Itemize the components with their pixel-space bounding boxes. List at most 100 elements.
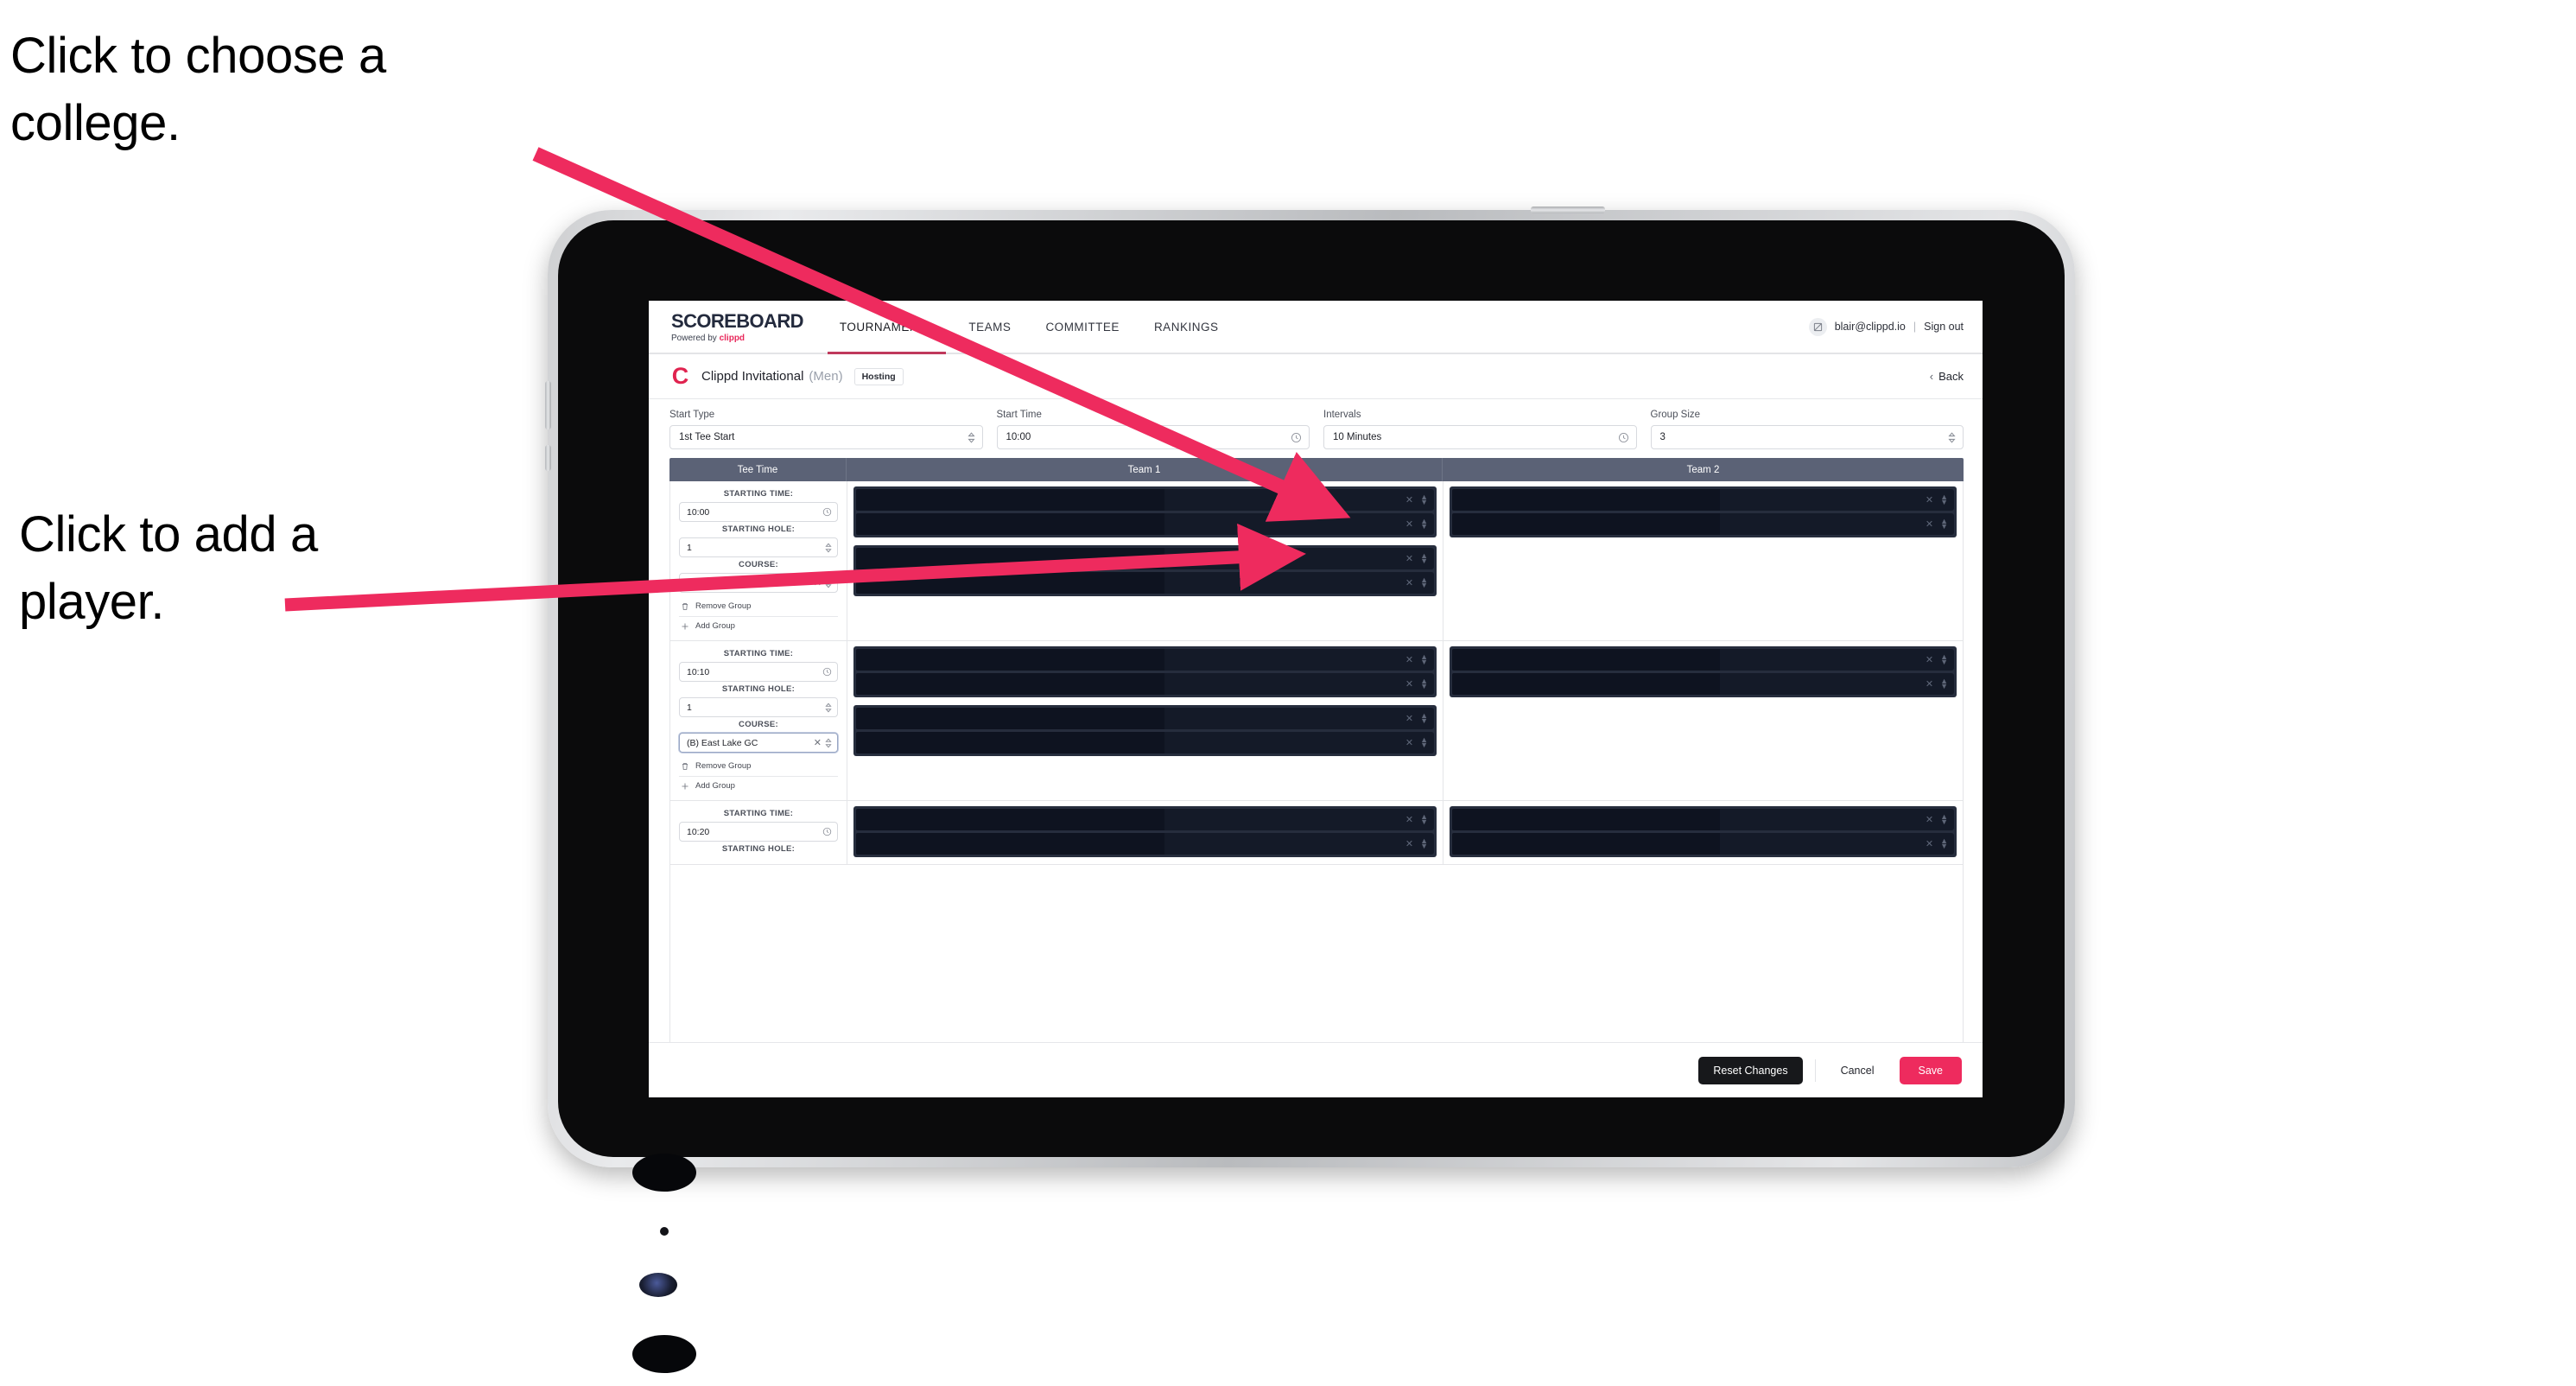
clock-icon[interactable]: [822, 827, 832, 836]
stepper-icon[interactable]: ▲ ▼: [1420, 552, 1428, 564]
remove-player-icon[interactable]: ✕: [1405, 678, 1413, 690]
player-slot[interactable]: ✕ ▲ ▼: [856, 732, 1434, 753]
user-avatar-icon[interactable]: [1808, 317, 1827, 336]
starting-time-input[interactable]: 10:00: [679, 502, 838, 522]
nav-tab-rankings[interactable]: RANKINGS: [1137, 301, 1236, 353]
clear-course-icon[interactable]: ✕: [810, 577, 825, 588]
brand-logo[interactable]: SCOREBOARD Powered by clippd: [649, 301, 822, 353]
remove-player-icon[interactable]: ✕: [1926, 678, 1933, 690]
intervals-input[interactable]: 10 Minutes: [1323, 425, 1637, 449]
remove-player-icon[interactable]: ✕: [1405, 838, 1413, 849]
remove-player-icon[interactable]: ✕: [1405, 494, 1413, 505]
tee-time-cell: STARTING TIME: 10:10 STARTING HOLE: 1 CO…: [670, 641, 847, 800]
clock-icon[interactable]: [822, 507, 832, 517]
player-slot[interactable]: ✕ ▲ ▼: [856, 809, 1434, 830]
remove-player-icon[interactable]: ✕: [1405, 713, 1413, 724]
stepper-icon[interactable]: [825, 578, 832, 588]
stepper-icon[interactable]: ▲ ▼: [1420, 518, 1428, 530]
stepper-icon[interactable]: ▲ ▼: [1420, 576, 1428, 588]
brand-tagline: Powered by clippd: [671, 334, 803, 343]
nav-tab-tournaments[interactable]: TOURNAMENTS: [822, 301, 952, 354]
remove-player-icon[interactable]: ✕: [1926, 814, 1933, 825]
add-group-button[interactable]: Add Group: [679, 776, 838, 793]
stepper-icon[interactable]: ▲ ▼: [1940, 837, 1948, 849]
tablet-device-frame: SCOREBOARD Powered by clippd TOURNAMENTS…: [545, 207, 2075, 1373]
player-name-redacted: [1452, 833, 1720, 855]
starting-hole-input[interactable]: 1: [679, 537, 838, 557]
player-slot[interactable]: ✕ ▲ ▼: [1452, 809, 1954, 830]
stepper-icon[interactable]: [825, 543, 832, 553]
stepper-icon[interactable]: ▲ ▼: [1940, 493, 1948, 505]
player-slot[interactable]: ✕ ▲ ▼: [856, 548, 1434, 569]
stepper-icon[interactable]: ▲ ▼: [1420, 653, 1428, 665]
add-group-button[interactable]: Add Group: [679, 616, 838, 633]
stepper-icon[interactable]: [825, 738, 832, 748]
remove-player-icon[interactable]: ✕: [1405, 518, 1413, 530]
tablet-sensor-dot: [660, 1227, 669, 1236]
remove-player-icon[interactable]: ✕: [1405, 553, 1413, 564]
stepper-icon[interactable]: ▲ ▼: [1420, 813, 1428, 825]
player-slot[interactable]: ✕ ▲ ▼: [1452, 513, 1954, 535]
player-slot[interactable]: ✕ ▲ ▼: [1452, 489, 1954, 511]
starting-time-input[interactable]: 10:10: [679, 662, 838, 682]
cancel-button[interactable]: Cancel: [1828, 1057, 1888, 1084]
stepper-icon[interactable]: ▲ ▼: [1940, 518, 1948, 530]
tee-time-cell: STARTING TIME: 10:20 STARTING HOLE:: [670, 801, 847, 864]
stepper-icon[interactable]: ▲ ▼: [1420, 677, 1428, 690]
clock-icon[interactable]: [1618, 432, 1629, 443]
remove-player-icon[interactable]: ✕: [1926, 838, 1933, 849]
remove-group-button[interactable]: Remove Group: [679, 599, 838, 614]
starting-time-input[interactable]: 10:20: [679, 822, 838, 842]
player-name-redacted: [856, 809, 1165, 830]
screenshot-stage: Click to choose a college. Click to add …: [0, 0, 2576, 1386]
save-button[interactable]: Save: [1899, 1056, 1962, 1084]
course-select[interactable]: (A) Peachtree GC ✕: [679, 573, 838, 593]
player-slot[interactable]: ✕ ▲ ▼: [856, 513, 1434, 535]
remove-player-icon[interactable]: ✕: [1405, 814, 1413, 825]
remove-player-icon[interactable]: ✕: [1405, 654, 1413, 665]
stepper-icon[interactable]: [825, 703, 832, 713]
start-time-input[interactable]: 10:00: [996, 425, 1310, 449]
course-select[interactable]: (B) East Lake GC ✕: [679, 733, 838, 753]
clock-icon[interactable]: [1291, 432, 1302, 443]
remove-player-icon[interactable]: ✕: [1926, 654, 1933, 665]
player-slot[interactable]: ✕ ▲ ▼: [856, 673, 1434, 695]
stepper-icon[interactable]: ▲ ▼: [1420, 736, 1428, 748]
player-slot[interactable]: ✕ ▲ ▼: [1452, 833, 1954, 855]
remove-player-icon[interactable]: ✕: [1926, 494, 1933, 505]
remove-group-button[interactable]: Remove Group: [679, 759, 838, 773]
player-slot[interactable]: ✕ ▲ ▼: [1452, 673, 1954, 695]
remove-player-icon[interactable]: ✕: [1405, 577, 1413, 588]
player-slot[interactable]: ✕ ▲ ▼: [856, 489, 1434, 511]
stepper-icon[interactable]: ▲ ▼: [1940, 813, 1948, 825]
starting-hole-input[interactable]: 1: [679, 697, 838, 717]
stepper-icon: [1948, 431, 1956, 443]
clock-icon[interactable]: [822, 667, 832, 677]
back-button[interactable]: ‹ Back: [1930, 370, 1964, 383]
nav-tab-committee[interactable]: COMMITTEE: [1028, 301, 1137, 353]
stepper-icon[interactable]: ▲ ▼: [1940, 653, 1948, 665]
clear-course-icon[interactable]: ✕: [810, 737, 825, 748]
field-intervals: Intervals 10 Minutes: [1323, 410, 1637, 449]
stepper-icon[interactable]: ▲ ▼: [1940, 677, 1948, 690]
table-body: STARTING TIME: 10:00 STARTING HOLE: 1 CO…: [669, 481, 1964, 1042]
stepper-icon[interactable]: ▲ ▼: [1420, 837, 1428, 849]
stepper-icon[interactable]: ▲ ▼: [1420, 712, 1428, 724]
player-slot[interactable]: ✕ ▲ ▼: [856, 833, 1434, 855]
nav-tab-teams[interactable]: TEAMS: [951, 301, 1028, 353]
stepper-icon[interactable]: ▲ ▼: [1420, 493, 1428, 505]
player-slot[interactable]: ✕ ▲ ▼: [1452, 649, 1954, 671]
reset-changes-button[interactable]: Reset Changes: [1698, 1056, 1803, 1084]
group-size-select[interactable]: 3: [1650, 425, 1964, 449]
starting-hole-value: 1: [687, 702, 692, 713]
remove-player-icon[interactable]: ✕: [1926, 518, 1933, 530]
remove-player-icon[interactable]: ✕: [1405, 737, 1413, 748]
brand-tagline-name: clippd: [719, 334, 746, 343]
player-slot[interactable]: ✕ ▲ ▼: [856, 708, 1434, 729]
start-type-select[interactable]: 1st Tee Start: [669, 425, 983, 449]
starting-hole-value: 1: [687, 542, 692, 553]
player-slot[interactable]: ✕ ▲ ▼: [856, 649, 1434, 671]
sign-out-link[interactable]: Sign out: [1924, 321, 1964, 333]
player-slot[interactable]: ✕ ▲ ▼: [856, 572, 1434, 594]
